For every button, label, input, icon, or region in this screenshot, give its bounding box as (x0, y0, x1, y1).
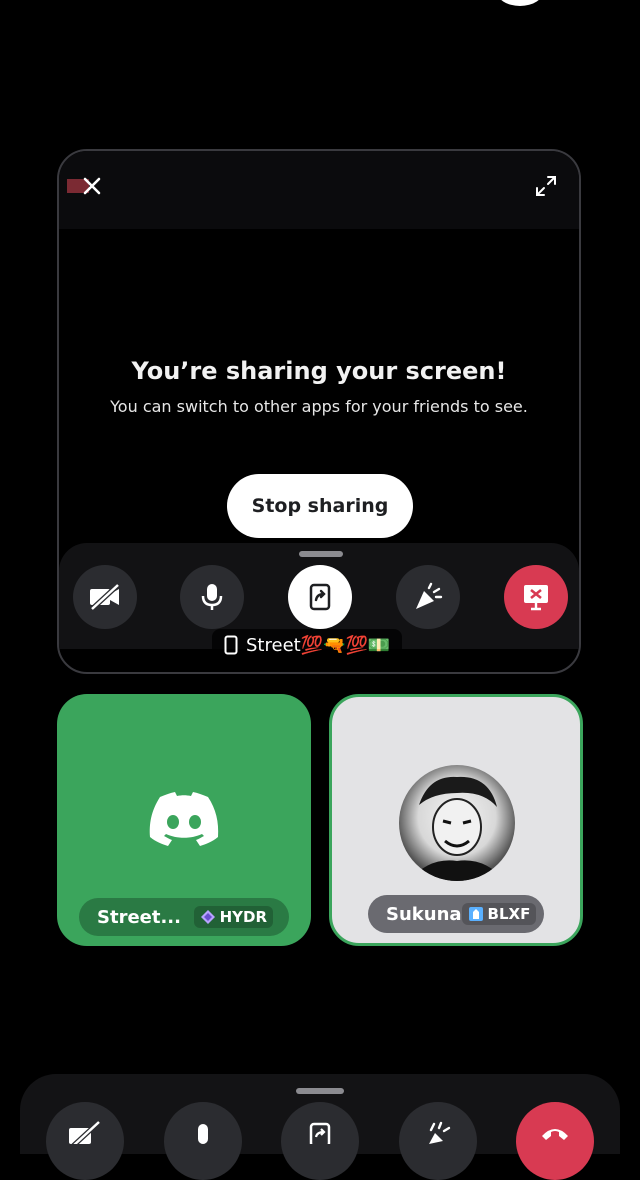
server-tag: HYDR (193, 906, 273, 928)
video-off-icon (69, 1120, 101, 1144)
participant-tile-street[interactable]: Street... HYDR (57, 694, 311, 946)
stop-stream-button[interactable] (504, 565, 568, 629)
mute-button[interactable] (180, 565, 244, 629)
share-header (59, 151, 579, 229)
streamer-name: Street💯🔫💯💵 (246, 634, 391, 656)
share-title: You’re sharing your screen! (131, 357, 507, 385)
diamond-icon (200, 910, 215, 924)
participant-name: Sukuna (386, 903, 462, 925)
participant-label: Sukuna BLXF (368, 895, 544, 933)
camera-toggle-button[interactable] (73, 565, 137, 629)
expand-icon (536, 176, 556, 196)
fullscreen-button[interactable] (529, 169, 563, 203)
soundboard-icon (416, 582, 443, 609)
participant-name: Street... (97, 906, 181, 928)
video-off-icon (90, 583, 120, 611)
participant-label: Street... HYDR (79, 898, 289, 936)
screen-share-icon (309, 583, 331, 611)
server-tag: BLXF (461, 903, 537, 925)
server-tag-text: HYDR (219, 908, 267, 926)
tower-icon (468, 907, 483, 921)
stop-stream-icon (524, 585, 548, 611)
bottom-mute-button[interactable] (164, 1102, 242, 1180)
server-tag-text: BLXF (487, 905, 531, 923)
share-subtitle: You can switch to other apps for your fr… (110, 397, 528, 416)
streamer-name-tag: Street💯🔫💯💵 (212, 629, 403, 661)
participant-tile-sukuna[interactable]: Sukuna BLXF (329, 694, 583, 946)
avatar (399, 765, 515, 881)
bottom-camera-button[interactable] (46, 1102, 124, 1180)
status-indicator (496, 0, 544, 6)
avatar-image (409, 776, 505, 881)
bottom-screen-share-button[interactable] (281, 1102, 359, 1180)
bottom-soundboard-button[interactable] (399, 1102, 477, 1180)
phone-icon (224, 635, 238, 655)
close-button[interactable] (75, 169, 109, 203)
screen-share-card[interactable]: You’re sharing your screen! You can swit… (57, 149, 581, 674)
drawer-handle[interactable] (299, 551, 343, 557)
screen-share-icon (309, 1122, 331, 1144)
soundboard-button[interactable] (396, 565, 460, 629)
microphone-icon (198, 1124, 208, 1144)
screen-share-button[interactable] (288, 565, 352, 629)
discord-logo-icon (149, 792, 219, 846)
bottom-drawer-handle[interactable] (296, 1088, 344, 1094)
close-icon (83, 177, 101, 195)
soundboard-icon (429, 1121, 451, 1144)
microphone-icon (201, 584, 223, 610)
end-call-icon (542, 1129, 568, 1140)
stop-sharing-button[interactable]: Stop sharing (227, 474, 413, 538)
bottom-control-bar (20, 1074, 620, 1180)
end-call-button[interactable] (516, 1102, 594, 1180)
